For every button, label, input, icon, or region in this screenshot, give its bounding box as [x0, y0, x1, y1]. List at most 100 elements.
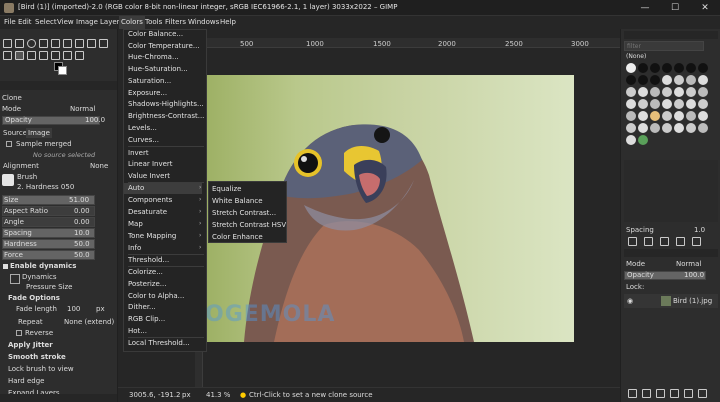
brush-thumbnail[interactable]	[686, 123, 696, 133]
submenu-item-stretch-contrast[interactable]: Stretch Contrast...	[212, 207, 276, 219]
menu-item-linear-invert[interactable]: Linear Invert	[128, 159, 173, 170]
rect-select-tool-icon[interactable]	[15, 39, 24, 48]
submenu-item-equalize[interactable]: Equalize	[212, 183, 241, 195]
brush-thumbnail[interactable]	[626, 123, 636, 133]
menu-item-components[interactable]: Components	[128, 195, 172, 206]
delete-layer-icon[interactable]	[698, 389, 707, 398]
menu-filters[interactable]: Filters	[163, 16, 188, 29]
menu-item-auto[interactable]: Auto	[124, 183, 202, 194]
new-group-icon[interactable]	[642, 389, 651, 398]
brush-thumbnail[interactable]	[650, 99, 660, 109]
minimize-button[interactable]: —	[630, 0, 660, 16]
brush-thumbnail[interactable]	[686, 87, 696, 97]
hardness-value[interactable]: 50.0	[74, 240, 90, 248]
duplicate-brush-icon[interactable]	[660, 237, 669, 246]
brush-thumbnail[interactable]	[650, 75, 660, 85]
menu-item-invert[interactable]: Invert	[128, 148, 149, 159]
duplicate-layer-icon[interactable]	[684, 389, 693, 398]
visibility-eye-icon[interactable]: ◉	[627, 297, 633, 305]
brush-thumbnail[interactable]	[674, 111, 684, 121]
brush-thumbnail[interactable]	[698, 123, 708, 133]
alignment-select[interactable]: None	[90, 162, 108, 170]
brush-thumbnail[interactable]	[674, 87, 684, 97]
menu-item-saturation[interactable]: Saturation...	[128, 76, 171, 87]
menu-help[interactable]: Help	[218, 16, 238, 29]
aspect-ratio-value[interactable]: 0.00	[74, 207, 90, 215]
brush-thumbnail[interactable]	[626, 135, 636, 145]
dynamics-icon[interactable]	[10, 274, 20, 284]
brush-filter-input[interactable]	[624, 41, 704, 51]
brush-thumbnail[interactable]	[674, 75, 684, 85]
sample-merged-checkbox[interactable]	[6, 141, 12, 147]
brush-thumbnail[interactable]	[638, 63, 648, 73]
submenu-item-white-balance[interactable]: White Balance	[212, 195, 263, 207]
brush-spacing-value[interactable]: 1.0	[694, 226, 705, 234]
apply-jitter-toggle[interactable]: Apply Jitter	[8, 341, 53, 349]
menu-item-color-to-alpha[interactable]: Color to Alpha...	[128, 291, 184, 302]
source-select[interactable]: Image	[26, 128, 52, 138]
menu-item-hue-saturation[interactable]: Hue-Saturation...	[128, 64, 188, 75]
angle-value[interactable]: 0.00	[74, 218, 90, 226]
dynamics-value[interactable]: Pressure Size	[26, 283, 72, 291]
eraser-tool-icon[interactable]	[3, 51, 12, 60]
close-button[interactable]: ✕	[690, 0, 720, 16]
new-layer-icon[interactable]	[628, 389, 637, 398]
spacing-value[interactable]: 10.0	[74, 229, 90, 237]
paint-bucket-tool-icon[interactable]	[87, 39, 96, 48]
layer-mode-select[interactable]: Normal	[676, 260, 701, 268]
brush-thumbnail[interactable]	[698, 87, 708, 97]
hard-edge-checkbox[interactable]: Hard edge	[8, 377, 44, 385]
fade-length-value[interactable]: 100	[67, 305, 80, 313]
brush-thumbnail[interactable]	[674, 99, 684, 109]
zoom-tool-icon[interactable]	[75, 51, 84, 60]
menu-item-shadows-highlights[interactable]: Shadows-Highlights...	[128, 99, 204, 110]
new-brush-icon[interactable]	[644, 237, 653, 246]
brush-thumbnail[interactable]	[662, 123, 672, 133]
menu-item-map[interactable]: Map	[128, 219, 143, 230]
brush-thumbnail[interactable]	[638, 111, 648, 121]
brush-thumbnail[interactable]	[662, 75, 672, 85]
smooth-stroke-toggle[interactable]: Smooth stroke	[8, 353, 66, 361]
zoom-select[interactable]: 41.3 %	[206, 391, 230, 399]
menu-item-tone-mapping[interactable]: Tone Mapping	[128, 231, 176, 242]
menu-item-colorize[interactable]: Colorize...	[128, 267, 163, 278]
brush-thumbnail[interactable]	[626, 99, 636, 109]
brush-thumbnail[interactable]	[686, 75, 696, 85]
maximize-button[interactable]: ☐	[660, 0, 690, 16]
edit-brush-icon[interactable]	[628, 237, 637, 246]
brush-thumbnail[interactable]	[638, 99, 648, 109]
transform-tool-icon[interactable]	[63, 39, 72, 48]
size-value[interactable]: 51.00	[69, 196, 89, 204]
brush-thumbnail[interactable]	[698, 75, 708, 85]
menu-item-desaturate[interactable]: Desaturate	[128, 207, 167, 218]
lower-layer-icon[interactable]	[670, 389, 679, 398]
brush-thumbnail[interactable]	[662, 111, 672, 121]
menu-item-brightness-contrast[interactable]: Brightness-Contrast...	[128, 111, 204, 122]
menu-item-dither[interactable]: Dither...	[128, 302, 156, 313]
mode-select[interactable]: Normal	[70, 105, 95, 113]
fade-unit-select[interactable]: px	[96, 305, 105, 313]
submenu-item-color-enhance[interactable]: Color Enhance	[212, 231, 263, 243]
brush-thumbnail[interactable]	[638, 87, 648, 97]
delete-brush-icon[interactable]	[676, 237, 685, 246]
opacity-value[interactable]: 100.0	[85, 116, 105, 124]
brush-thumbnail[interactable]	[662, 63, 672, 73]
force-value[interactable]: 50.0	[74, 251, 90, 259]
move-tool-icon[interactable]	[3, 39, 12, 48]
crop-tool-icon[interactable]	[51, 39, 60, 48]
brush-thumbnail[interactable]	[626, 87, 636, 97]
submenu-item-stretch-contrast-hsv[interactable]: Stretch Contrast HSV	[212, 219, 286, 231]
menu-item-posterize[interactable]: Posterize...	[128, 279, 166, 290]
reverse-checkbox[interactable]	[16, 330, 22, 336]
brush-thumbnail[interactable]	[686, 99, 696, 109]
brush-name[interactable]: 2. Hardness 050	[17, 183, 74, 191]
refresh-brushes-icon[interactable]	[692, 237, 701, 246]
brush-thumbnail[interactable]	[686, 111, 696, 121]
menu-windows[interactable]: Windows	[186, 16, 221, 29]
menu-layer[interactable]: Layer	[98, 16, 122, 29]
color-picker-tool-icon[interactable]	[63, 51, 72, 60]
brush-thumbnail[interactable]	[698, 99, 708, 109]
lasso-tool-icon[interactable]	[27, 39, 36, 48]
menu-colors[interactable]: Colors	[119, 16, 145, 29]
brush-thumbnail[interactable]	[626, 63, 636, 73]
